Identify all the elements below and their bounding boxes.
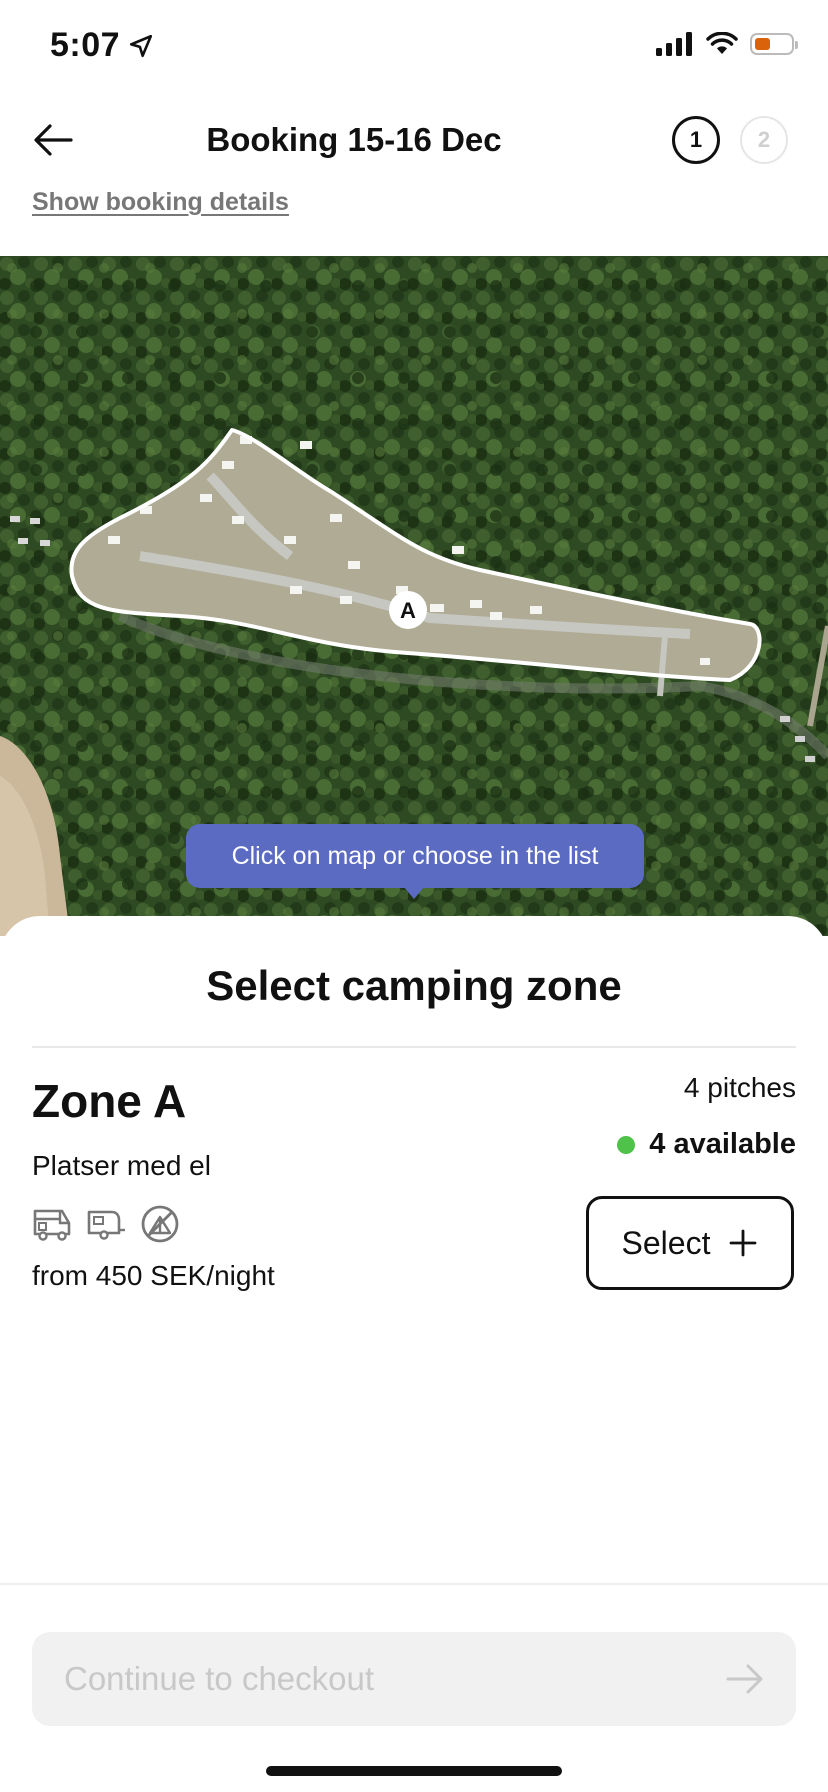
plus-icon bbox=[730, 1229, 757, 1257]
wifi-icon bbox=[706, 32, 738, 54]
location-arrow-icon bbox=[130, 34, 153, 57]
caravan-icon bbox=[86, 1204, 126, 1244]
select-zone-button[interactable]: Select bbox=[586, 1196, 794, 1290]
available-dot-icon bbox=[617, 1135, 636, 1154]
availability-label: 4 available bbox=[649, 1128, 796, 1160]
pitch-count: 4 pitches bbox=[683, 1072, 796, 1103]
footer-divider bbox=[0, 1583, 828, 1585]
zone-price: from 450 SEK/night bbox=[32, 1260, 275, 1291]
no-tent-icon bbox=[140, 1204, 180, 1244]
signal-icon bbox=[656, 32, 692, 56]
continue-to-checkout-button[interactable]: Continue to checkout bbox=[32, 1632, 796, 1726]
page-title: Booking 15-16 Dec bbox=[206, 121, 502, 158]
tooltip-tail bbox=[404, 887, 424, 899]
divider bbox=[32, 1046, 796, 1048]
show-booking-details-link[interactable]: Show booking details bbox=[32, 188, 289, 217]
map-hint-tooltip: Click on map or choose in the list bbox=[186, 824, 644, 888]
battery-icon bbox=[750, 33, 798, 55]
status-icons bbox=[656, 32, 798, 56]
step-indicator-1: 1 bbox=[672, 116, 720, 164]
zone-a-marker-label: A bbox=[400, 598, 416, 623]
arrow-right-icon bbox=[726, 1664, 763, 1694]
checkout-button-label: Continue to checkout bbox=[64, 1660, 375, 1697]
zone-description: Platser med el bbox=[32, 1150, 211, 1181]
status-time: 5:07 bbox=[50, 26, 154, 65]
motorhome-icon bbox=[32, 1204, 72, 1244]
home-indicator bbox=[266, 1766, 562, 1776]
select-button-label: Select bbox=[621, 1224, 711, 1261]
zone-name: Zone A bbox=[32, 1075, 187, 1127]
availability-status: 4 available bbox=[617, 1128, 796, 1161]
sheet-title: Select camping zone bbox=[206, 962, 622, 1009]
amenity-icons bbox=[32, 1204, 180, 1244]
step-indicator-2: 2 bbox=[740, 116, 788, 164]
